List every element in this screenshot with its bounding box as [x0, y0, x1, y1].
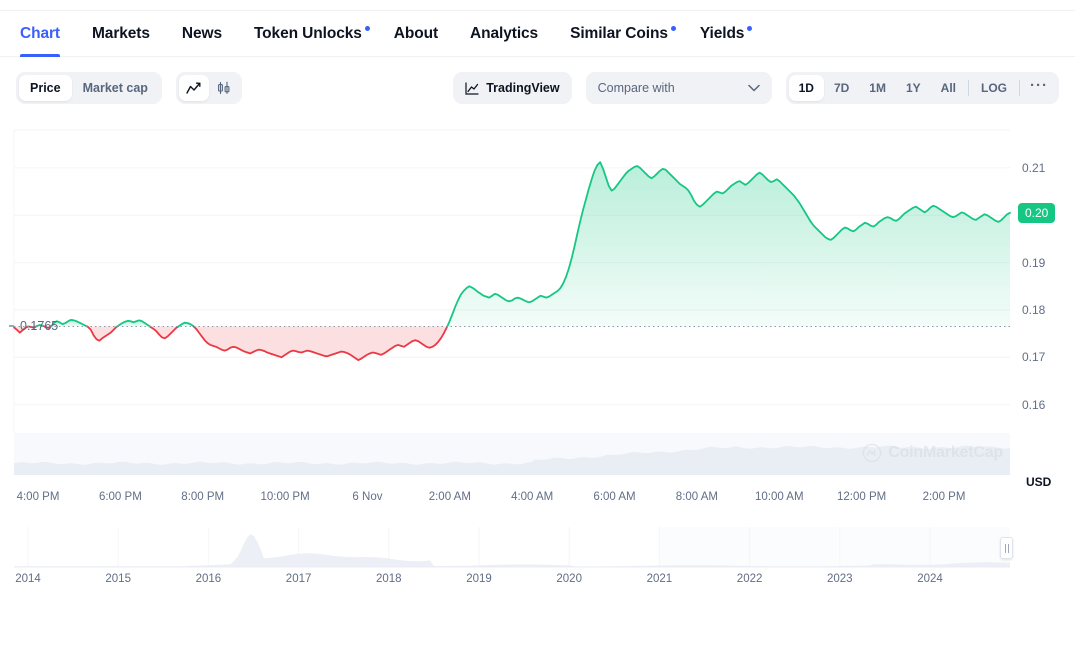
time-axis-tick: 8:00 PM — [181, 491, 225, 503]
log-scale-button[interactable]: LOG — [971, 75, 1017, 101]
time-axis-tick: 6 Nov — [352, 491, 383, 503]
tab-markets[interactable]: Markets — [76, 25, 166, 56]
tab-news[interactable]: News — [166, 25, 238, 56]
time-axis-tick: 6:00 AM — [593, 491, 636, 503]
handle-grip-line — [1007, 543, 1009, 553]
metric-toggle-group: Price Market cap — [16, 72, 162, 104]
handle-grip-line — [1004, 543, 1006, 553]
tab-notification-dot — [747, 26, 753, 31]
chart-type-toggle-group — [175, 72, 242, 104]
navigator-year-tick: 2024 — [917, 573, 943, 585]
metric-option-market-cap[interactable]: Market cap — [72, 75, 159, 101]
navigator-right-handle[interactable] — [1000, 537, 1013, 559]
price-axis-tick: 0.18 — [1022, 302, 1046, 317]
price-axis-tick: 0.17 — [1022, 350, 1046, 365]
top-divider — [0, 0, 1075, 11]
current-price-badge: 0.20 — [1018, 202, 1056, 223]
navigator-year-tick: 2022 — [736, 573, 763, 585]
range-button-1d[interactable]: 1D — [788, 75, 824, 101]
tab-chart[interactable]: Chart — [16, 25, 76, 57]
tab-label: Yields — [699, 25, 745, 42]
navigator-year-tick: 2018 — [376, 573, 402, 585]
navigator-year-tick: 2016 — [195, 573, 222, 585]
time-axis-tick: 12:00 PM — [837, 491, 887, 503]
more-options-button[interactable]: ··· — [1022, 75, 1056, 101]
tab-label: News — [181, 25, 222, 42]
time-axis-tick: 8:00 AM — [675, 491, 719, 503]
compare-with-label: Compare with — [597, 81, 675, 95]
navigator-year-tick: 2020 — [556, 573, 582, 585]
chart-toolbar: Price Market cap TradingView Compare wit… — [0, 57, 1075, 119]
tab-label: Token Unlocks — [253, 25, 362, 42]
tab-similar-coins[interactable]: Similar Coins — [554, 25, 684, 56]
tradingview-icon — [465, 81, 479, 95]
tab-about[interactable]: About — [378, 25, 454, 56]
coin-tabbar: Chart Markets News Token Unlocks About Analyt… — [0, 11, 1075, 57]
tab-label: Analytics — [470, 25, 539, 42]
price-chart-svg — [13, 129, 1011, 475]
tab-token-unlocks[interactable]: Token Unlocks — [238, 25, 378, 56]
time-axis-tick: 4:00 PM — [16, 491, 60, 503]
price-chart[interactable]: 0.1765 0.21 0.20 0.19 0.18 0.17 0.16 USD CoinM… — [0, 119, 1075, 491]
tab-label: Markets — [91, 25, 150, 42]
navigator-year-tick: 2014 — [15, 573, 41, 585]
navigator-year-tick: 2017 — [285, 573, 312, 585]
baseline-tick — [9, 325, 14, 327]
range-button-1m[interactable]: 1M — [859, 75, 896, 101]
compare-with-dropdown[interactable]: Compare with — [585, 72, 772, 104]
tab-analytics[interactable]: Analytics — [454, 25, 554, 56]
range-button-1y[interactable]: 1Y — [896, 75, 931, 101]
chart-page: Chart Markets News Token Unlocks About Analyt… — [0, 0, 1075, 668]
tradingview-label: TradingView — [486, 81, 560, 95]
time-axis-tick: 2:00 PM — [922, 491, 966, 503]
price-axis: 0.21 0.20 0.19 0.18 0.17 0.16 USD — [1010, 119, 1075, 491]
time-axis-tick: 10:00 PM — [260, 491, 310, 503]
candlestick-chart-icon — [217, 81, 230, 94]
price-axis-tick: 0.21 — [1022, 160, 1046, 175]
range-button-all[interactable]: All — [931, 75, 966, 101]
range-button-7d[interactable]: 7D — [824, 75, 859, 101]
chevron-down-icon — [747, 84, 760, 92]
navigator-year-tick: 2015 — [105, 573, 131, 585]
time-axis-tick: 2:00 AM — [428, 491, 471, 503]
navigator-time-axis: 2014 2015 2016 2017 2018 2019 2020 2021 2022 2023… — [0, 571, 1010, 595]
navigator-year-tick: 2019 — [466, 573, 492, 585]
navigator-year-tick: 2023 — [827, 573, 853, 585]
time-axis-tick: 10:00 AM — [754, 491, 804, 503]
chart-navigator[interactable] — [0, 523, 1075, 571]
candlestick-chart-type-button[interactable] — [209, 75, 239, 101]
time-axis-tick: 4:00 AM — [511, 491, 554, 503]
tradingview-button[interactable]: TradingView — [453, 72, 572, 104]
tab-notification-dot — [670, 26, 676, 31]
time-range-group: 1D 7D 1M 1Y All LOG ··· — [785, 72, 1059, 104]
tab-yields[interactable]: Yields — [684, 25, 761, 56]
baseline-price-label: 0.1765 — [20, 319, 59, 334]
price-axis-tick: 0.16 — [1022, 397, 1046, 412]
tab-label: Chart — [20, 25, 60, 42]
time-axis-tick: 6:00 PM — [98, 491, 142, 503]
time-axis: 4:00 PM 6:00 PM 8:00 PM 10:00 PM 6 Nov 2:00 A… — [0, 491, 1010, 517]
range-divider — [968, 80, 969, 96]
line-chart-type-button[interactable] — [178, 75, 209, 101]
navigator-year-tick: 2021 — [646, 573, 673, 585]
navigator-svg — [0, 523, 1075, 571]
tab-notification-dot — [364, 26, 370, 31]
tab-label: About — [393, 25, 439, 42]
line-chart-icon — [186, 82, 201, 94]
range-divider — [1019, 80, 1020, 96]
tab-label: Similar Coins — [570, 25, 668, 42]
metric-option-price[interactable]: Price — [19, 75, 72, 101]
price-axis-tick: 0.19 — [1022, 255, 1046, 270]
currency-label: USD — [1026, 475, 1052, 489]
